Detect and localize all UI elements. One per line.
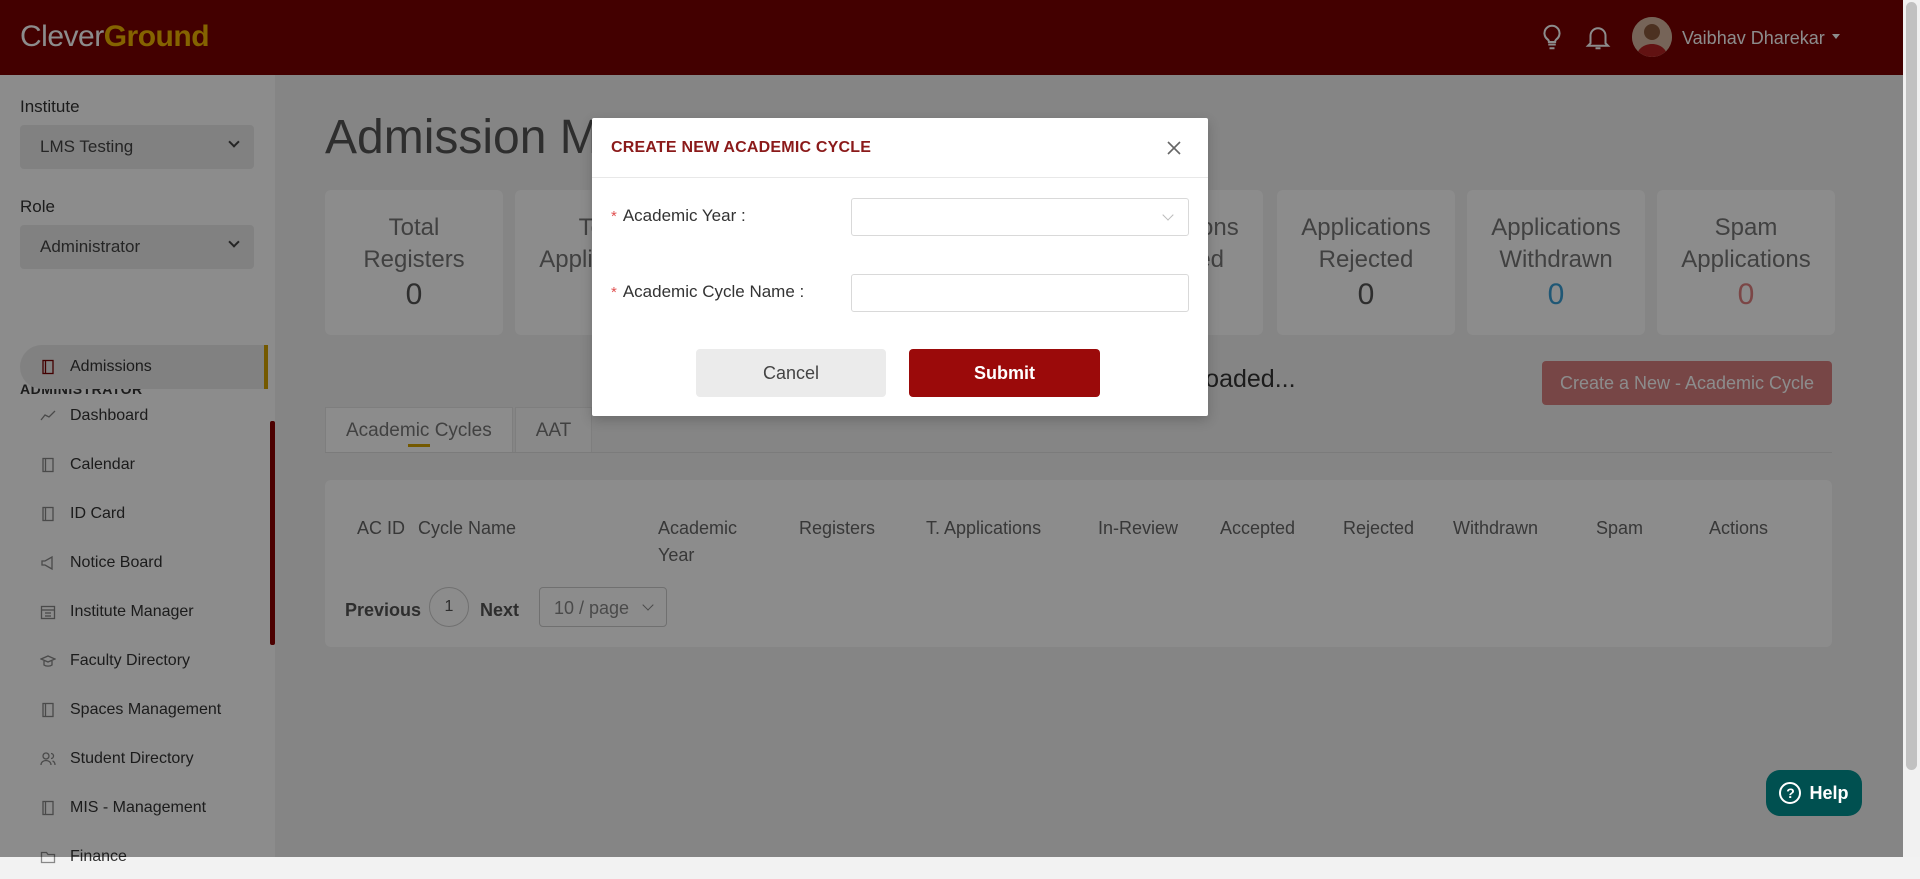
create-academic-cycle-modal: CREATE NEW ACADEMIC CYCLE * Academic Year… [592,118,1208,416]
academic-cycle-name-label: * Academic Cycle Name : [611,282,805,301]
cancel-button[interactable]: Cancel [696,349,886,397]
submit-button[interactable]: Submit [909,349,1100,397]
academic-cycle-name-input[interactable] [851,274,1189,312]
page-scrollbar[interactable] [1903,0,1920,857]
required-asterisk: * [611,284,617,301]
scrollbar-thumb[interactable] [1906,2,1917,770]
modal-header: CREATE NEW ACADEMIC CYCLE [592,118,1208,178]
academic-year-label: * Academic Year : [611,206,746,225]
academic-year-select[interactable] [851,198,1189,236]
question-icon: ? [1779,782,1802,804]
chevron-down-icon [1162,209,1174,221]
required-asterisk: * [611,208,617,225]
help-button[interactable]: ? Help [1766,770,1862,816]
close-icon[interactable] [1164,138,1184,158]
modal-title: CREATE NEW ACADEMIC CYCLE [611,139,872,156]
